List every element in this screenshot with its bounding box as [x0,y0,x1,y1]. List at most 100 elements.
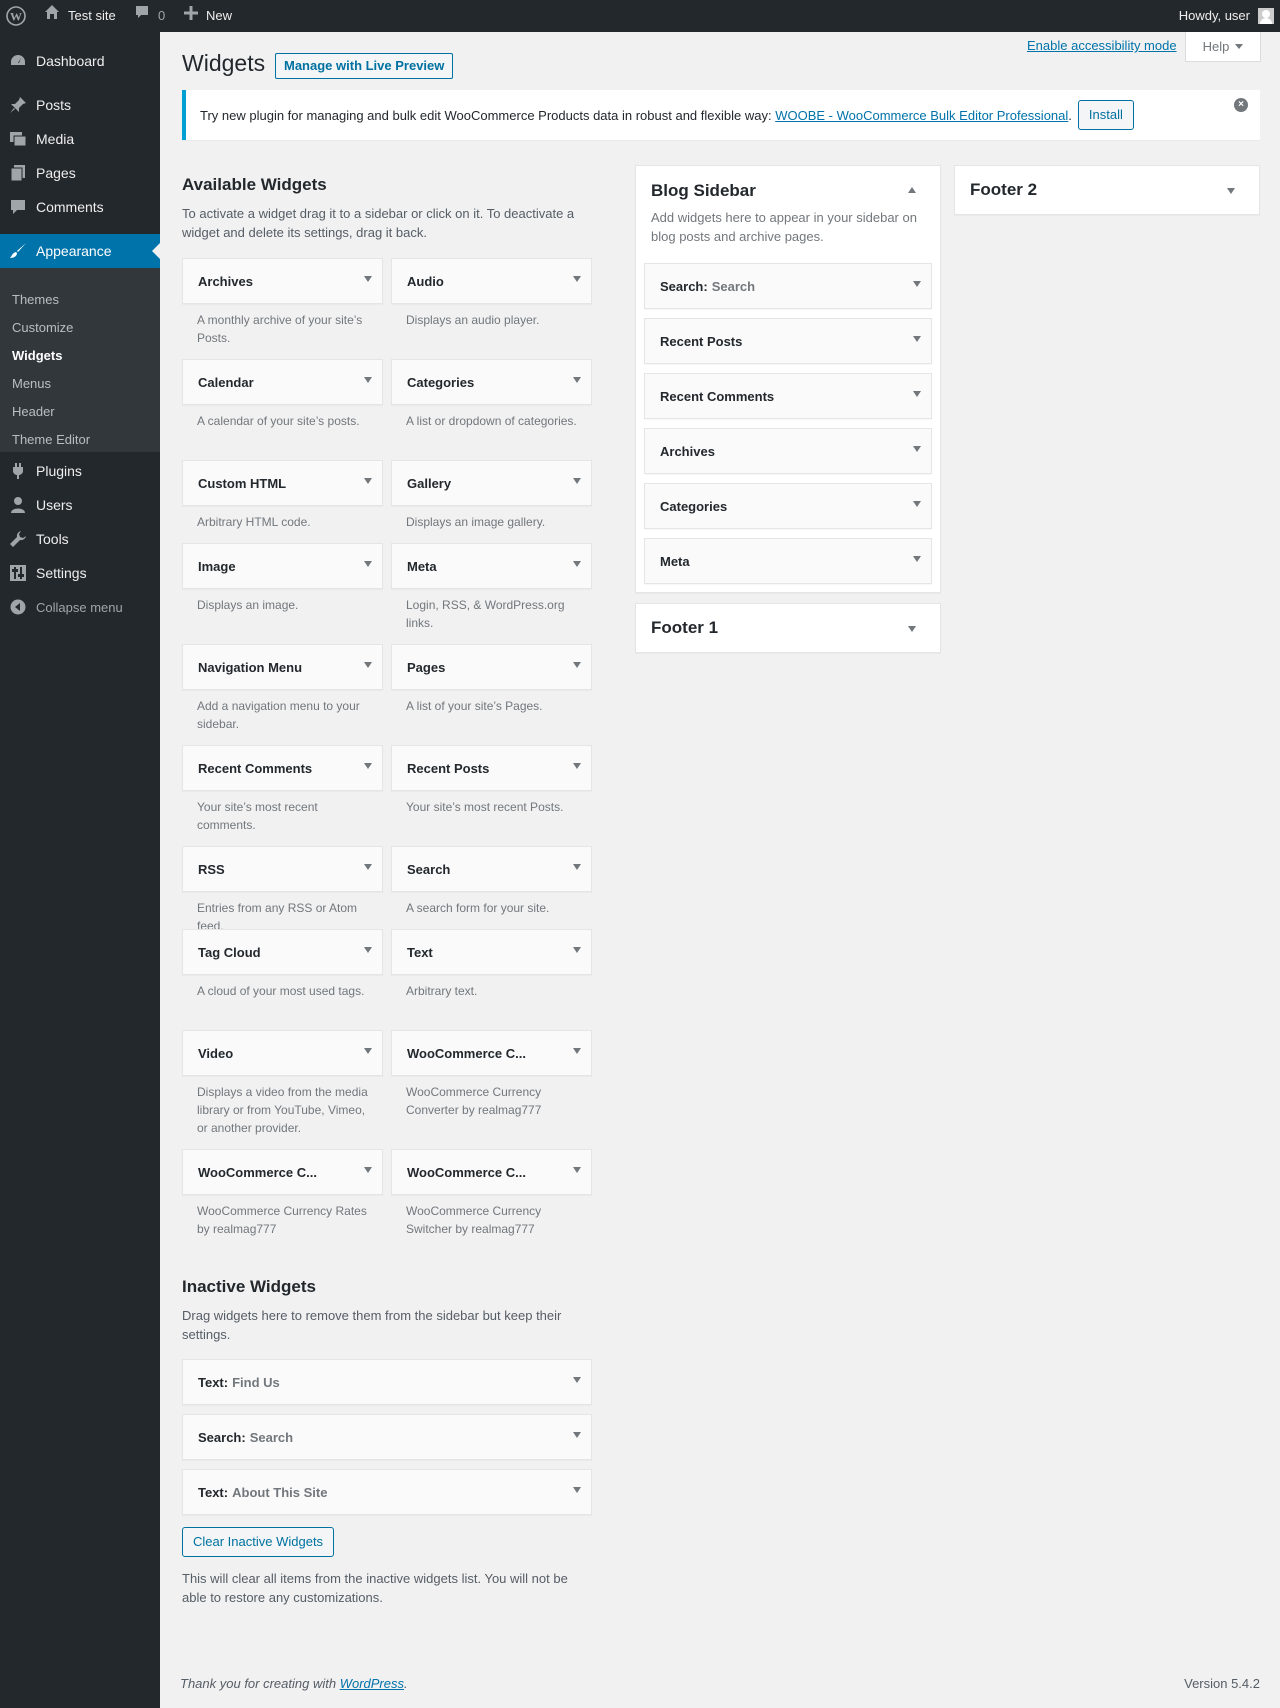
chevron-down-icon[interactable] [573,1487,581,1493]
chevron-down-icon[interactable] [913,446,921,452]
chevron-down-icon[interactable] [913,556,921,562]
chevron-down-icon[interactable] [364,1048,372,1054]
widget-title: Recent Posts [660,333,743,349]
menu-item-posts[interactable]: Posts [0,88,160,122]
available-widget[interactable]: Custom HTML [182,460,383,506]
available-widget[interactable]: Recent Posts [391,745,592,791]
chevron-down-icon[interactable] [913,336,921,342]
chevron-down-icon[interactable] [913,391,921,397]
new-content-link[interactable]: New [184,0,232,32]
available-widget[interactable]: WooCommerce C... [182,1149,383,1195]
chevron-down-icon[interactable] [573,1167,581,1173]
submenu-item-themes[interactable]: Themes [12,290,59,310]
chevron-down-icon[interactable] [364,561,372,567]
menu-item-settings[interactable]: Settings [0,556,160,590]
chevron-down-icon[interactable] [573,276,581,282]
chevron-down-icon[interactable] [364,1167,372,1173]
menu-item-dashboard[interactable]: Dashboard [0,44,160,78]
chevron-down-icon[interactable] [364,377,372,383]
clear-inactive-widgets-button[interactable]: Clear Inactive Widgets [182,1527,335,1557]
chevron-down-icon[interactable] [364,947,372,953]
menu-item-users[interactable]: Users [0,488,160,522]
chevron-down-icon[interactable] [573,1377,581,1383]
available-widget[interactable]: Image [182,543,383,589]
help-button[interactable]: Help [1185,32,1261,62]
submenu-item-theme-editor[interactable]: Theme Editor [12,430,90,450]
manage-live-preview-button[interactable]: Manage with Live Preview [275,53,454,79]
blog-sidebar-title[interactable]: Blog Sidebar [651,181,756,201]
chevron-down-icon[interactable] [573,1048,581,1054]
chevron-down-icon[interactable] [364,662,372,668]
comments-link[interactable]: 0 [134,0,165,32]
sidebar-widget[interactable]: Recent Comments [644,373,932,419]
sidebar-widget[interactable]: Archives [644,428,932,474]
inactive-widget[interactable]: Search: Search [182,1414,592,1460]
submenu-item-menus[interactable]: Menus [12,374,51,394]
chevron-up-icon[interactable] [908,187,916,193]
sidebar-widget[interactable]: Categories [644,483,932,529]
menu-item-media[interactable]: Media [0,122,160,156]
chevron-down-icon[interactable] [573,377,581,383]
menu-label-comments: Comments [36,199,104,215]
available-widget[interactable]: WooCommerce C... [391,1149,592,1195]
wordpress-link[interactable]: WordPress [340,1676,404,1691]
footer-2-title[interactable]: Footer 2 [970,180,1037,200]
available-widget[interactable]: Pages [391,644,592,690]
chevron-down-icon[interactable] [364,763,372,769]
footer-1-title[interactable]: Footer 1 [651,618,718,638]
site-name-link[interactable]: Test site [44,0,116,32]
available-widget[interactable]: Categories [391,359,592,405]
dismiss-icon[interactable]: × [1234,98,1248,112]
chevron-down-icon[interactable] [913,281,921,287]
available-widget[interactable]: Search [391,846,592,892]
chevron-down-icon[interactable] [573,864,581,870]
available-widget[interactable]: Meta [391,543,592,589]
chevron-down-icon[interactable] [364,478,372,484]
available-widget[interactable]: Archives [182,258,383,304]
menu-item-comments[interactable]: Comments [0,190,160,224]
chevron-down-icon[interactable] [1227,188,1235,194]
chevron-down-icon[interactable] [573,561,581,567]
available-widget[interactable]: Navigation Menu [182,644,383,690]
menu-item-pages[interactable]: Pages [0,156,160,190]
available-widget[interactable]: Calendar [182,359,383,405]
available-widget[interactable]: Audio [391,258,592,304]
menu-item-tools[interactable]: Tools [0,522,160,556]
widget-description: Login, RSS, & WordPress.org links. [406,598,565,630]
available-widget[interactable]: WooCommerce C... [391,1030,592,1076]
menu-item-appearance[interactable]: Appearance [0,234,160,268]
submenu-item-widgets[interactable]: Widgets [12,346,62,366]
chevron-down-icon[interactable] [364,276,372,282]
chevron-down-icon[interactable] [573,662,581,668]
menu-item-plugins[interactable]: Plugins [0,454,160,488]
enable-accessibility-link[interactable]: Enable accessibility mode [1027,38,1177,53]
sidebar-widget[interactable]: Search: Search [644,263,932,309]
sidebar-widget[interactable]: Recent Posts [644,318,932,364]
sidebar-widget[interactable]: Meta [644,538,932,584]
clear-inactive-note: This will clear all items from the inact… [182,1571,568,1605]
chevron-down-icon[interactable] [573,478,581,484]
chevron-down-icon[interactable] [573,947,581,953]
install-button[interactable]: Install [1077,100,1134,130]
notice-plugin-link[interactable]: WOOBE - WooCommerce Bulk Editor Professi… [775,108,1068,123]
available-widget[interactable]: Text [391,929,592,975]
widget-description: Displays an image. [197,598,299,612]
chevron-down-icon[interactable] [573,763,581,769]
chevron-down-icon[interactable] [913,501,921,507]
available-widget[interactable]: Video [182,1030,383,1076]
available-widget[interactable]: Tag Cloud [182,929,383,975]
available-widget[interactable]: RSS [182,846,383,892]
available-widget[interactable]: Recent Comments [182,745,383,791]
chevron-down-icon[interactable] [573,1432,581,1438]
submenu-item-header[interactable]: Header [12,402,55,422]
wordpress-logo-icon[interactable]: W [6,0,26,32]
inactive-widget[interactable]: Text: Find Us [182,1359,592,1405]
chevron-down-icon[interactable] [364,864,372,870]
chevron-down-icon[interactable] [908,626,916,632]
submenu-item-customize[interactable]: Customize [12,318,73,338]
collapse-menu-button[interactable]: Collapse menu [0,590,160,624]
available-widget[interactable]: Gallery [391,460,592,506]
account-menu[interactable]: Howdy, user [1179,0,1274,32]
footer-thanks-text: Thank you for creating with [180,1676,337,1691]
inactive-widget[interactable]: Text: About This Site [182,1469,592,1515]
